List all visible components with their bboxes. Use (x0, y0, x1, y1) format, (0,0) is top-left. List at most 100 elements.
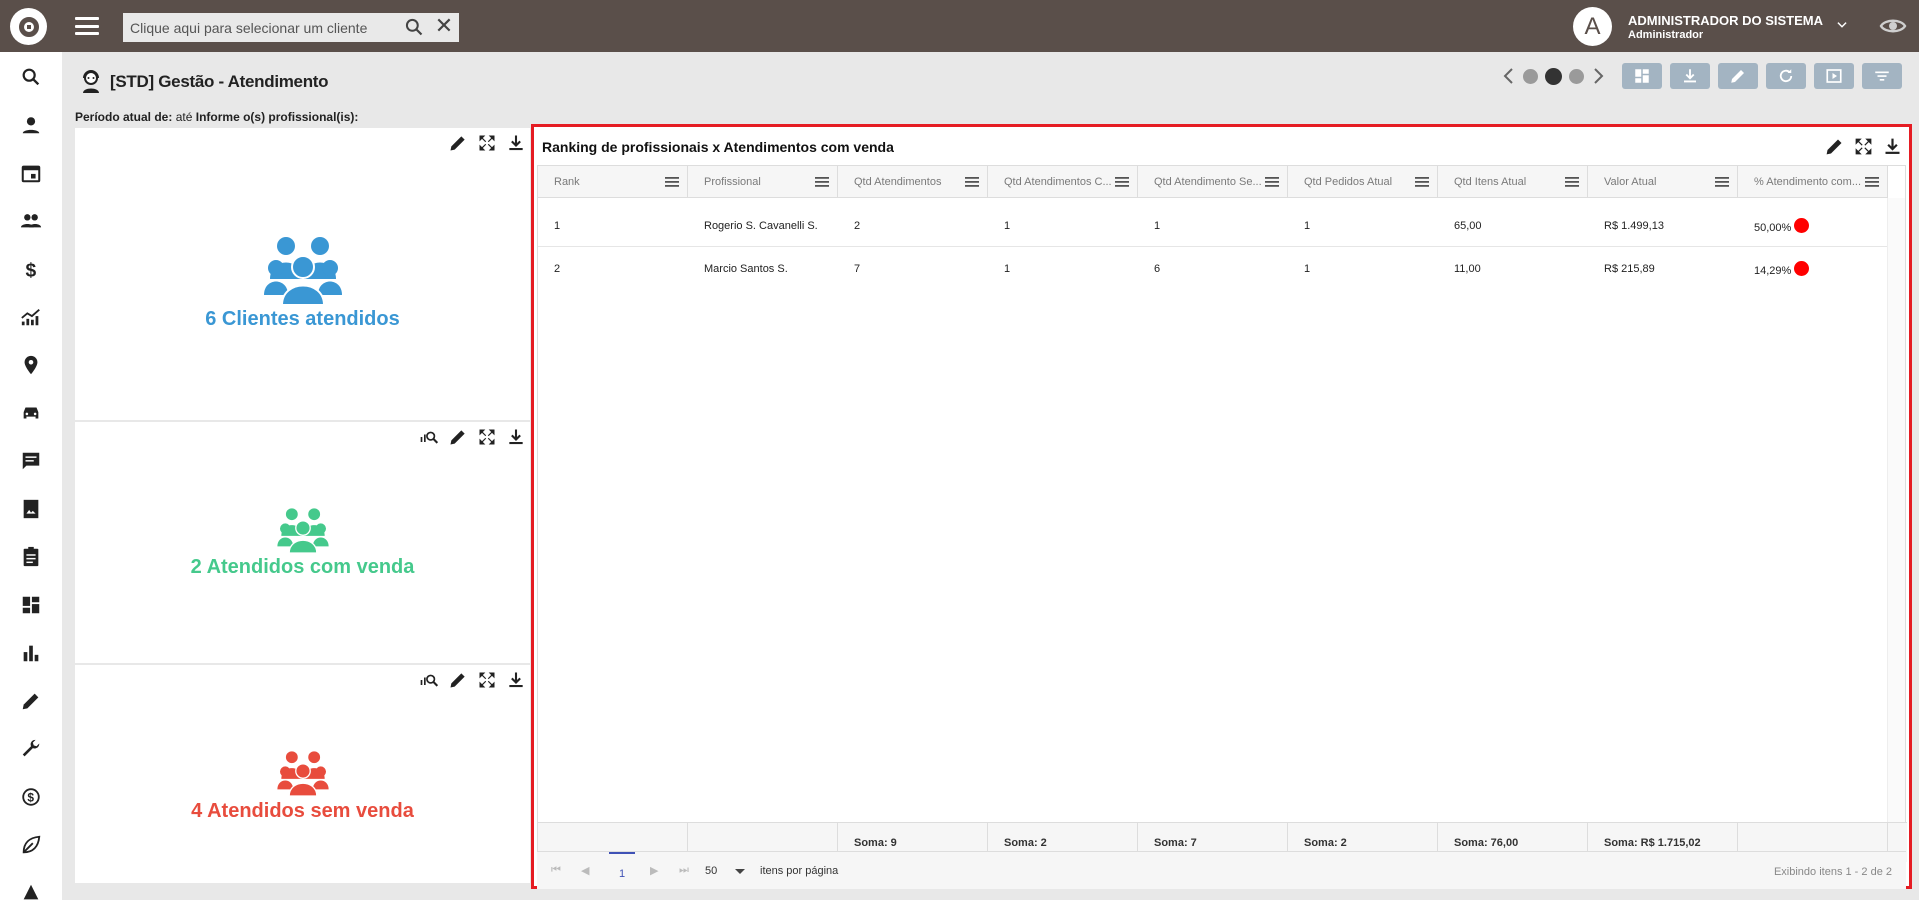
column-menu-icon[interactable] (1115, 177, 1129, 187)
column-menu-icon[interactable] (1415, 177, 1429, 187)
download-button[interactable] (1670, 63, 1710, 89)
prev-page-icon[interactable]: ◀ (581, 864, 593, 877)
column-menu-icon[interactable] (965, 177, 979, 187)
eye-icon[interactable] (1879, 15, 1907, 37)
table-cell: 1 (1304, 263, 1311, 275)
pencil-icon (1731, 70, 1744, 83)
next-page-icon[interactable]: ▶ (650, 864, 662, 877)
calendar-icon[interactable] (19, 161, 43, 185)
car-icon[interactable] (19, 401, 43, 425)
kpi-widget-with-sale: 2 Atendidos com venda (75, 422, 530, 663)
chevron-left-icon[interactable] (1502, 67, 1516, 85)
table-cell: R$ 215,89 (1604, 263, 1655, 275)
menu-icon[interactable] (75, 17, 99, 35)
download-icon[interactable] (506, 670, 526, 690)
page-number-current[interactable]: 1 (609, 852, 635, 890)
column-menu-icon[interactable] (815, 177, 829, 187)
column-menu-icon[interactable] (1865, 177, 1879, 187)
percent-value: 14,29% (1754, 265, 1792, 277)
clipboard-icon[interactable] (19, 545, 43, 569)
caret-down-icon[interactable] (735, 869, 745, 874)
wrench-icon[interactable] (19, 737, 43, 761)
column-header-qtd-atendimentos-com-venda[interactable]: Qtd Atendimentos C... (988, 166, 1138, 198)
professional-label: Informe o(s) profissional(is): (195, 110, 359, 124)
column-header-professional[interactable]: Profissional (688, 166, 838, 198)
first-page-icon[interactable]: ⏮ (551, 864, 563, 876)
download-icon[interactable] (506, 427, 526, 447)
page-dot[interactable] (1523, 68, 1538, 84)
app-logo[interactable] (10, 8, 47, 45)
sidebar: $ $ (0, 52, 62, 900)
close-icon[interactable]: ✕ (434, 15, 454, 37)
last-page-icon[interactable]: ⏭ (679, 864, 691, 876)
dollar-icon[interactable]: $ (19, 257, 43, 281)
table-cell: 1 (1304, 220, 1311, 232)
chevron-down-icon[interactable] (1835, 18, 1849, 32)
column-header-percent-atendimento[interactable]: % Atendimento com... (1738, 166, 1888, 198)
dashboard-pager (1502, 66, 1605, 86)
trend-icon[interactable] (19, 305, 43, 329)
column-menu-icon[interactable] (1565, 177, 1579, 187)
group-icon (277, 751, 329, 796)
page-title: [STD] Gestão - Atendimento (110, 72, 329, 91)
location-icon[interactable] (19, 353, 43, 377)
edit-button[interactable] (1718, 63, 1758, 89)
search-icon[interactable] (404, 17, 424, 37)
leaf-icon[interactable] (19, 833, 43, 857)
table-cell: 1 (1154, 220, 1161, 232)
table-cell-percent: 14,29% (1738, 261, 1810, 277)
column-menu-icon[interactable] (665, 177, 679, 187)
download-icon (1684, 69, 1696, 83)
alert-icon[interactable] (19, 881, 43, 900)
column-header-valor-atual[interactable]: Valor Atual (1588, 166, 1738, 198)
chat-icon[interactable] (19, 449, 43, 473)
expand-icon[interactable] (477, 670, 497, 690)
kpi-widget-without-sale: 4 Atendidos sem venda (75, 665, 530, 883)
column-menu-icon[interactable] (1715, 177, 1729, 187)
column-header-qtd-atendimentos[interactable]: Qtd Atendimentos (838, 166, 988, 198)
period-value: até (175, 110, 193, 124)
refresh-button[interactable] (1766, 63, 1806, 89)
column-header-qtd-pedidos[interactable]: Qtd Pedidos Atual (1288, 166, 1438, 198)
chevron-right-icon[interactable] (1591, 67, 1605, 85)
search-icon[interactable] (19, 65, 43, 89)
layout-button[interactable] (1622, 63, 1662, 89)
page-size-select[interactable]: 50 (705, 865, 717, 877)
download-icon[interactable] (506, 133, 526, 153)
filter-button[interactable] (1862, 63, 1902, 89)
top-bar: ✕ A ADMINISTRADOR DO SISTEMA Administrad… (0, 0, 1919, 52)
expand-icon[interactable] (477, 133, 497, 153)
pencil-icon[interactable] (448, 670, 468, 690)
pencil-icon[interactable] (448, 427, 468, 447)
table-title: Ranking de profissionais x Atendimentos … (542, 139, 894, 155)
dashboard-icon[interactable] (19, 593, 43, 617)
data-grid: Rank Profissional Qtd Atendimentos Qtd A… (537, 165, 1907, 863)
bar-chart-icon[interactable] (19, 641, 43, 665)
group-icon[interactable] (19, 209, 43, 233)
money-cycle-icon[interactable]: $ (19, 785, 43, 809)
user-icon[interactable] (19, 113, 43, 137)
column-header-qtd-atendimento-sem-venda[interactable]: Qtd Atendimento Se... (1138, 166, 1288, 198)
column-header-qtd-itens[interactable]: Qtd Itens Atual (1438, 166, 1588, 198)
column-header-rank[interactable]: Rank (538, 166, 688, 198)
zoom-data-icon[interactable] (419, 670, 439, 690)
photo-album-icon[interactable] (19, 497, 43, 521)
pencil-icon[interactable] (1824, 136, 1845, 157)
avatar[interactable]: A (1573, 7, 1612, 46)
pencil-icon[interactable] (448, 133, 468, 153)
presentation-button[interactable] (1814, 63, 1854, 89)
widget-toolbar (1824, 136, 1903, 157)
page-dot-active[interactable] (1545, 67, 1562, 85)
pencil-icon[interactable] (19, 689, 43, 713)
column-menu-icon[interactable] (1265, 177, 1279, 187)
download-icon[interactable] (1882, 136, 1903, 157)
user-role: Administrador (1628, 29, 1704, 41)
table-cell: 1 (1004, 263, 1011, 275)
table-cell: R$ 1.499,13 (1604, 220, 1664, 232)
zoom-data-icon[interactable] (419, 427, 439, 447)
vertical-scrollbar[interactable] (1887, 198, 1905, 822)
page-dot[interactable] (1569, 68, 1584, 84)
expand-icon[interactable] (1853, 136, 1874, 157)
expand-icon[interactable] (477, 427, 497, 447)
widget-toolbar (419, 665, 530, 695)
